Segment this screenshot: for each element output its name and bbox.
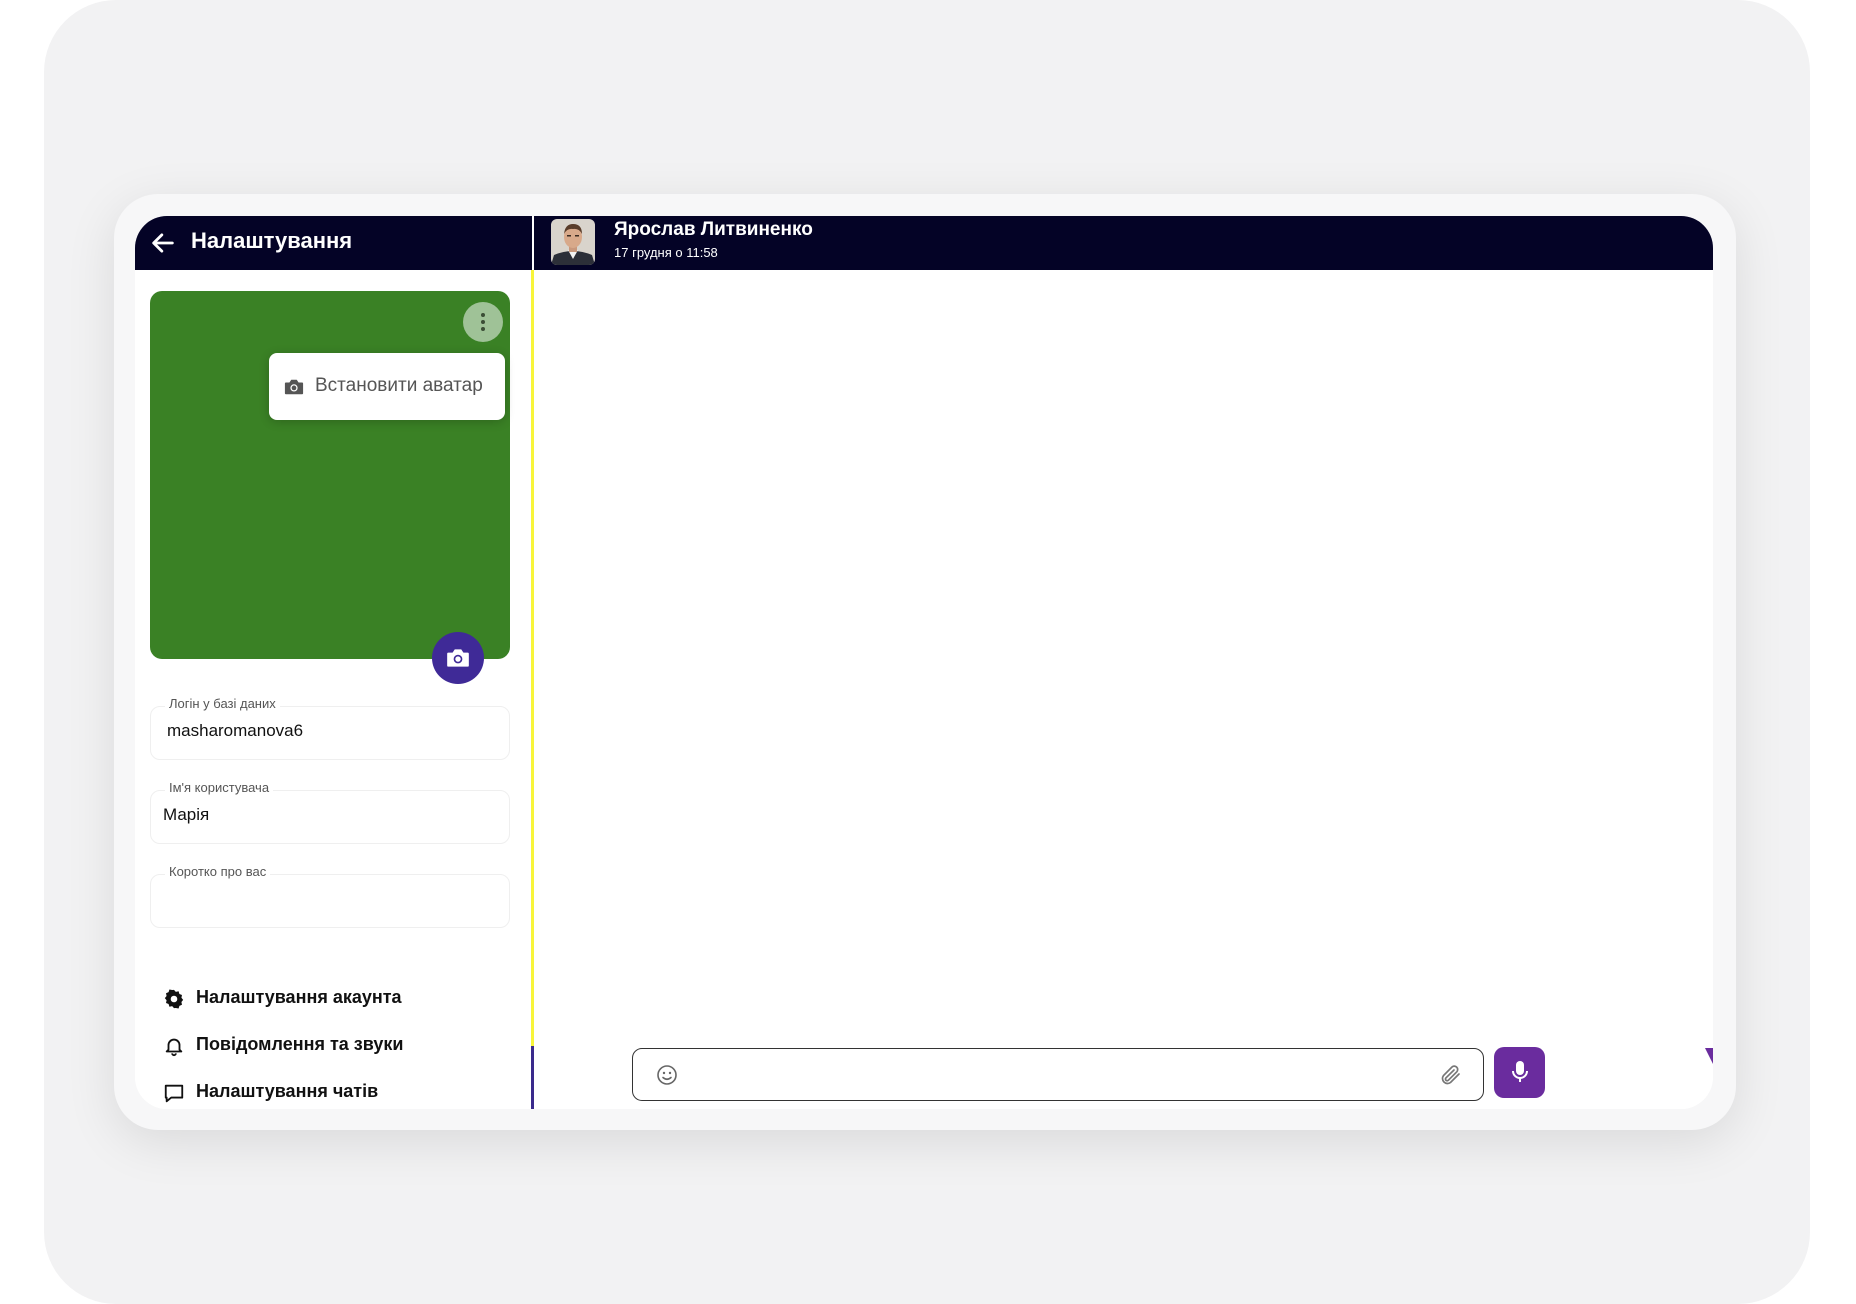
- username-field-label: Ім'я користувача: [165, 780, 274, 795]
- username-field[interactable]: Ім'я користувача Марія: [150, 780, 510, 844]
- login-field-value: masharomanova6: [167, 721, 304, 740]
- chat-bubble-icon: [164, 1084, 184, 1103]
- settings-title: Налаштування: [191, 228, 353, 253]
- profile-avatar-panel: Встановити аватар: [150, 291, 510, 659]
- login-field[interactable]: Логін у базі даних masharomanova6: [150, 696, 510, 760]
- app-window: Налаштування Встановити аватар Логін у б…: [135, 216, 1713, 1109]
- contact-avatar[interactable]: [551, 219, 595, 265]
- message-input[interactable]: [693, 1057, 1417, 1093]
- settings-header: Налаштування: [135, 216, 532, 270]
- sidebar-item-chat-settings[interactable]: Налаштування чатів: [163, 1078, 503, 1108]
- camera-icon: [284, 379, 304, 395]
- sidebar-item-account-settings[interactable]: Налаштування акаунта: [163, 984, 503, 1014]
- chat-header: Ярослав Литвиненко 17 грудня о 11:58: [534, 216, 1713, 270]
- sidebar-item-label: Повідомлення та звуки: [196, 1034, 404, 1054]
- username-field-value: Марія: [163, 805, 210, 824]
- settings-sidebar: Налаштування Встановити аватар Логін у б…: [135, 216, 532, 1109]
- chat-panel: Ярослав Литвиненко 17 грудня о 11:58: [534, 216, 1713, 1109]
- contact-name[interactable]: Ярослав Литвиненко: [614, 219, 813, 241]
- set-avatar-menu-item[interactable]: Встановити аватар: [269, 353, 505, 420]
- corner-accent: [1705, 1048, 1713, 1064]
- message-composer: [632, 1048, 1484, 1101]
- emoji-icon[interactable]: [655, 1063, 679, 1087]
- gear-icon: [164, 989, 184, 1009]
- more-options-button[interactable]: [463, 302, 503, 342]
- about-field-label: Коротко про вас: [165, 864, 271, 879]
- about-field[interactable]: Коротко про вас: [150, 864, 510, 928]
- change-avatar-button[interactable]: [432, 632, 484, 684]
- contact-last-seen: 17 грудня о 11:58: [614, 245, 718, 260]
- back-arrow-icon[interactable]: [149, 229, 177, 257]
- voice-message-button[interactable]: [1494, 1047, 1545, 1098]
- paperclip-icon[interactable]: [1439, 1063, 1463, 1087]
- set-avatar-label: Встановити аватар: [315, 375, 483, 396]
- bell-icon: [165, 1038, 183, 1057]
- camera-icon: [447, 649, 469, 667]
- sidebar-item-label: Налаштування акаунта: [196, 987, 402, 1007]
- microphone-icon: [1512, 1061, 1528, 1082]
- login-field-label: Логін у базі даних: [165, 696, 280, 711]
- sidebar-item-notifications[interactable]: Повідомлення та звуки: [163, 1031, 503, 1061]
- sidebar-item-label: Налаштування чатів: [196, 1081, 379, 1101]
